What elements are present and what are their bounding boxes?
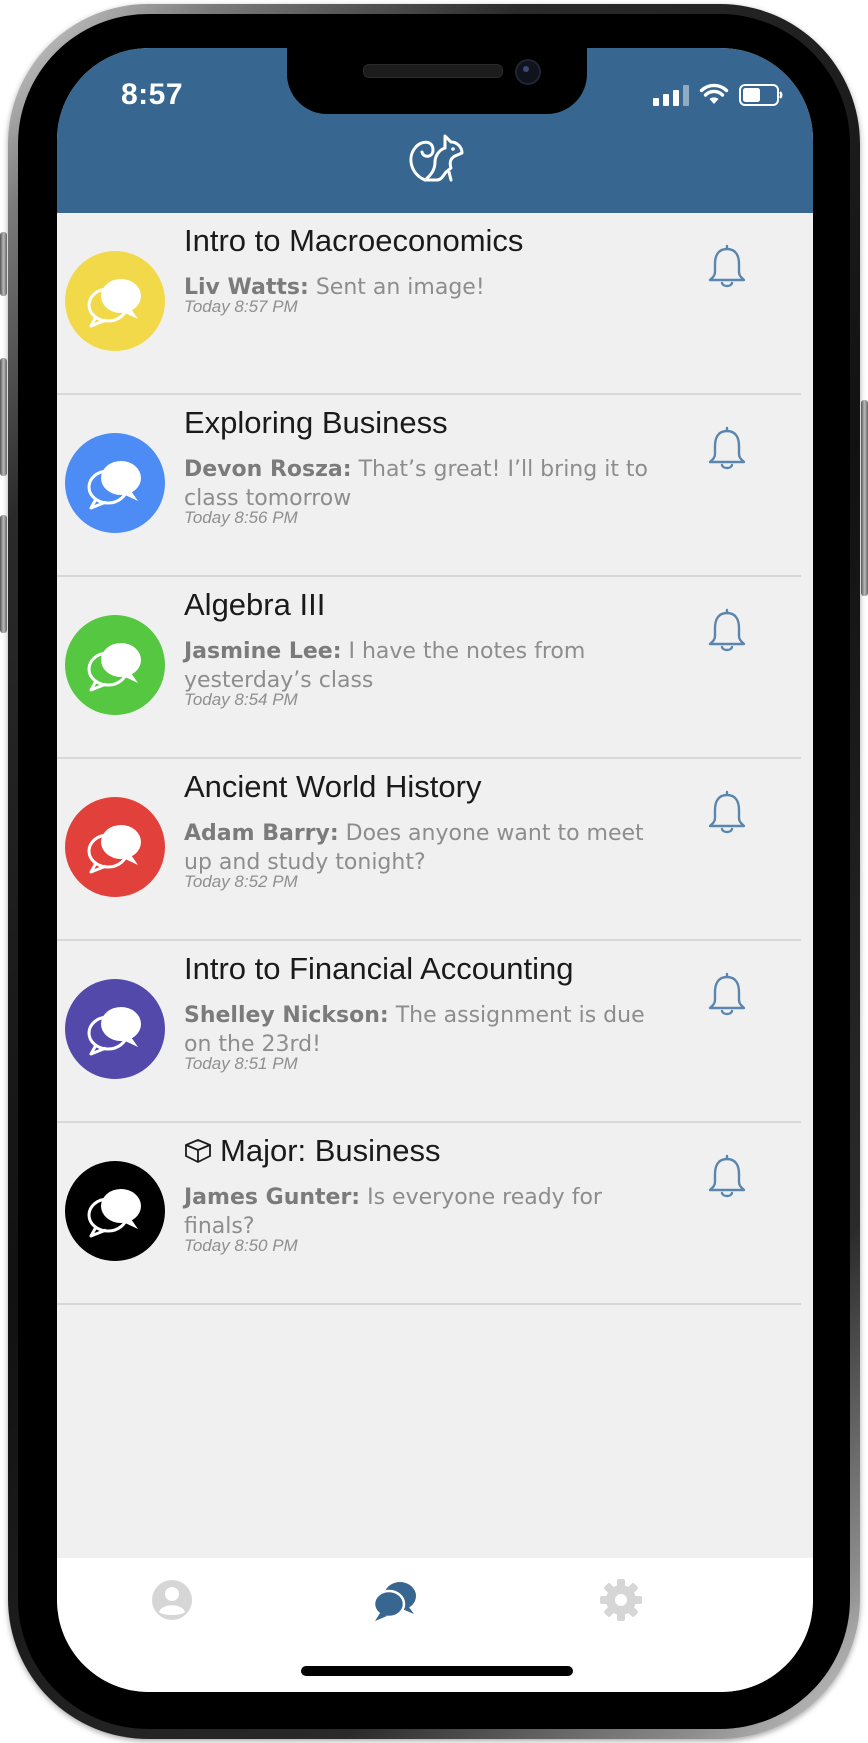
chat-bubbles-icon (87, 1189, 141, 1238)
battery-icon (739, 84, 783, 106)
chat-title: Intro to Macroeconomics (184, 223, 523, 259)
chat-list: Intro to Macroeconomics Liv Watts: Sent a… (57, 213, 813, 1305)
chat-bubbles-icon (87, 643, 141, 692)
screen: 8:57 Intro to Macroeconomics Liv Watts: … (57, 48, 813, 1692)
bell-icon (708, 244, 746, 288)
chat-row[interactable]: Intro to Financial Accounting Shelley Nic… (57, 941, 813, 1123)
chat-timestamp: Today 8:57 PM (184, 297, 298, 316)
bell-icon (708, 608, 746, 652)
notification-bell-button[interactable] (707, 789, 747, 839)
chat-last-message: James Gunter: Is everyone ready for fina… (184, 1183, 654, 1241)
chat-avatar (65, 797, 165, 897)
row-divider (57, 1303, 801, 1305)
tab-chats[interactable] (372, 1578, 418, 1622)
message-sender: Jasmine Lee: (184, 639, 342, 664)
chat-avatar (65, 433, 165, 533)
chat-avatar (65, 979, 165, 1079)
bell-icon (708, 1154, 746, 1198)
chat-timestamp: Today 8:51 PM (184, 1054, 298, 1073)
chat-timestamp: Today 8:52 PM (184, 872, 298, 891)
message-sender: Devon Rosza: (184, 457, 352, 482)
chat-last-message: Shelley Nickson: The assignment is due o… (184, 1001, 654, 1059)
chat-last-message: Devon Rosza: That’s great! I’ll bring it… (184, 455, 654, 513)
power-button (861, 400, 868, 596)
volume-down-button (0, 515, 7, 633)
chat-title-text: Major: Business (220, 1133, 441, 1168)
earpiece-speaker (363, 64, 503, 78)
message-text: Sent an image! (315, 275, 485, 300)
squirrel-logo-icon (409, 134, 464, 182)
chat-last-message: Adam Barry: Does anyone want to meet up … (184, 819, 654, 877)
message-sender: James Gunter: (184, 1185, 361, 1210)
chat-bubbles-icon (87, 825, 141, 874)
chat-bubbles-icon (87, 279, 141, 328)
chat-avatar (65, 251, 165, 351)
chat-title-text: Ancient World History (184, 769, 482, 804)
notification-bell-button[interactable] (707, 425, 747, 475)
mute-switch (0, 232, 7, 296)
chat-row[interactable]: Algebra III Jasmine Lee: I have the notes… (57, 577, 813, 759)
chat-title-text: Intro to Financial Accounting (184, 951, 574, 986)
message-sender: Shelley Nickson: (184, 1003, 389, 1028)
chat-row[interactable]: Ancient World History Adam Barry: Does an… (57, 759, 813, 941)
bell-icon (708, 972, 746, 1016)
front-camera (515, 59, 541, 85)
wifi-icon (699, 83, 729, 104)
chat-row[interactable]: Exploring Business Devon Rosza: That’s gr… (57, 395, 813, 577)
chat-last-message: Jasmine Lee: I have the notes from yeste… (184, 637, 654, 695)
chat-bubbles-icon (87, 1007, 141, 1056)
bell-icon (708, 790, 746, 834)
major-cube-icon (184, 1138, 212, 1164)
notification-bell-button[interactable] (707, 607, 747, 657)
tab-profile[interactable] (150, 1578, 194, 1622)
notification-bell-button[interactable] (707, 1153, 747, 1203)
chat-title-text: Intro to Macroeconomics (184, 223, 524, 258)
chat-title-text: Exploring Business (184, 405, 448, 440)
chat-avatar (65, 1161, 165, 1261)
message-sender: Adam Barry: (184, 821, 339, 846)
status-icons (653, 82, 783, 106)
chat-bubbles-icon (87, 461, 141, 510)
home-indicator[interactable] (301, 1666, 573, 1676)
chat-title: Exploring Business (184, 405, 448, 441)
chat-row[interactable]: Major: Business James Gunter: Is everyone… (57, 1123, 813, 1305)
status-time: 8:57 (121, 78, 184, 111)
notification-bell-button[interactable] (707, 243, 747, 293)
notch (287, 48, 587, 114)
chat-timestamp: Today 8:50 PM (184, 1236, 298, 1255)
chat-title: Major: Business (184, 1133, 441, 1169)
chat-title: Ancient World History (184, 769, 481, 805)
chat-title: Algebra III (184, 587, 325, 623)
bell-icon (708, 426, 746, 470)
chat-title-text: Algebra III (184, 587, 326, 622)
notification-bell-button[interactable] (707, 971, 747, 1021)
chat-avatar (65, 615, 165, 715)
volume-up-button (0, 358, 7, 476)
chat-row[interactable]: Intro to Macroeconomics Liv Watts: Sent a… (57, 213, 813, 395)
chat-timestamp: Today 8:54 PM (184, 690, 298, 709)
tab-settings[interactable] (599, 1578, 643, 1622)
chat-title: Intro to Financial Accounting (184, 951, 573, 987)
cellular-signal-icon (653, 84, 689, 106)
chat-timestamp: Today 8:56 PM (184, 508, 298, 527)
